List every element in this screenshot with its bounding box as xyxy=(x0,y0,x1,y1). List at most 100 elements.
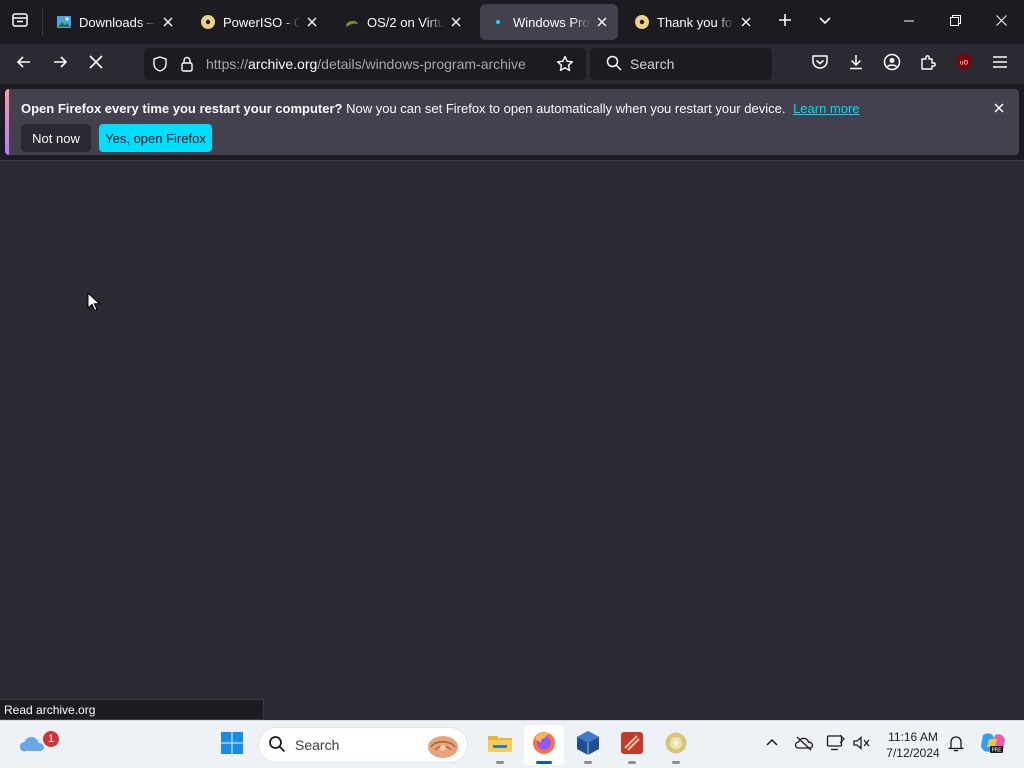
disc-favicon-icon xyxy=(634,14,650,30)
taskbar-virtualbox[interactable] xyxy=(568,725,608,765)
restore-button[interactable] xyxy=(932,0,978,44)
tab-thank-you[interactable]: Thank you for in xyxy=(624,4,762,40)
ublock-origin-button[interactable]: uO xyxy=(948,48,980,80)
taskbar-firefox[interactable] xyxy=(524,725,564,765)
clock-time: 11:16 AM xyxy=(888,730,938,744)
notifications-button[interactable] xyxy=(944,733,968,757)
running-indicator xyxy=(628,761,636,764)
notification-close-icon[interactable] xyxy=(991,100,1007,116)
url-prefix: https:// xyxy=(206,56,249,72)
taskbar-search-label: Search xyxy=(295,737,340,753)
minimize-button[interactable] xyxy=(886,0,932,44)
tab-title: Thank you for in xyxy=(657,14,734,30)
minimize-icon xyxy=(904,13,914,31)
not-now-button[interactable]: Not now xyxy=(21,124,91,152)
pocket-icon xyxy=(811,53,829,76)
taskbar-file-explorer[interactable] xyxy=(480,725,520,765)
mouse-pointer-icon xyxy=(87,291,101,317)
tab-close-icon[interactable] xyxy=(448,14,464,30)
chevron-up-icon xyxy=(766,736,778,754)
network-tray-button[interactable] xyxy=(824,733,848,757)
tab-close-icon[interactable] xyxy=(304,14,320,30)
url-path: /details/windows-program-archive xyxy=(317,56,526,72)
virtualbox-icon xyxy=(576,730,600,761)
bell-icon xyxy=(947,734,965,757)
taskbar-search-box[interactable]: Search xyxy=(258,727,468,763)
bookmark-star-icon[interactable] xyxy=(556,55,574,76)
arrow-right-icon xyxy=(52,54,68,75)
download-icon xyxy=(847,53,865,76)
url-bar[interactable]: https://archive.org/details/windows-prog… xyxy=(144,48,586,80)
taskbar-clock[interactable]: 11:16 AM 7/12/2024 xyxy=(878,729,948,761)
tab-poweriso[interactable]: PowerISO - Crea xyxy=(190,4,328,40)
stop-icon xyxy=(89,54,103,74)
tab-title: Windows Progra xyxy=(513,14,590,30)
copilot-icon: PRE xyxy=(979,731,1007,760)
firefox-view-button[interactable] xyxy=(5,6,35,38)
firefox-view-icon xyxy=(11,11,29,34)
notification-bar: Open Firefox every time you restart your… xyxy=(5,89,1019,155)
account-button[interactable] xyxy=(876,48,908,80)
yes-open-firefox-button[interactable]: Yes, open Firefox xyxy=(99,124,212,152)
new-tab-button[interactable] xyxy=(770,6,800,38)
tab-windows-program-archive[interactable]: Windows Progra xyxy=(480,4,618,40)
url-text[interactable]: https://archive.org/details/windows-prog… xyxy=(206,56,526,72)
forward-button[interactable] xyxy=(44,48,76,80)
notification-accent-stripe xyxy=(5,89,9,155)
running-indicator xyxy=(672,761,680,764)
account-icon xyxy=(883,53,901,76)
cloud-weather-icon xyxy=(18,732,46,759)
plus-icon xyxy=(778,13,792,32)
weather-widget[interactable]: 1 xyxy=(12,725,59,765)
running-indicator xyxy=(584,761,592,764)
onedrive-tray-button[interactable] xyxy=(792,733,816,757)
monitor-network-icon xyxy=(826,734,846,757)
tab-separator xyxy=(42,8,43,36)
tab-os2-virtualbox[interactable]: OS/2 on Virtuall xyxy=(334,4,472,40)
tab-downloads[interactable]: Downloads – Or xyxy=(46,4,184,40)
weather-badge: 1 xyxy=(43,731,59,747)
chevron-down-icon xyxy=(818,13,832,32)
svg-text:uO: uO xyxy=(960,59,969,66)
taskbar-red-app[interactable] xyxy=(612,725,652,765)
list-all-tabs-button[interactable] xyxy=(810,6,840,38)
search-icon xyxy=(606,55,622,74)
windows-taskbar: 1 Search 11:16 AM 7/12/2024 PRE xyxy=(0,720,1024,768)
close-icon xyxy=(995,13,1007,31)
running-indicator xyxy=(496,761,504,764)
hamburger-menu-icon xyxy=(992,55,1008,74)
show-hidden-icons-button[interactable] xyxy=(760,733,784,757)
start-button[interactable] xyxy=(212,725,252,765)
copilot-button[interactable]: PRE xyxy=(978,731,1008,760)
disc-app-icon xyxy=(664,731,688,760)
tab-close-icon[interactable] xyxy=(738,14,754,30)
tab-strip: Downloads – Or PowerISO - Crea OS/2 on V… xyxy=(0,0,1024,44)
lock-icon[interactable] xyxy=(180,56,194,75)
back-button[interactable] xyxy=(8,48,40,80)
red-app-icon xyxy=(620,731,644,760)
arrow-left-icon xyxy=(16,54,32,75)
taskbar-disc-app[interactable] xyxy=(656,725,696,765)
extensions-button[interactable] xyxy=(912,48,944,80)
running-indicator xyxy=(536,761,552,764)
onedrive-cloud-off-icon xyxy=(794,735,814,756)
tab-close-icon[interactable] xyxy=(160,14,176,30)
window-close-button[interactable] xyxy=(978,0,1024,44)
speaker-muted-icon xyxy=(852,735,872,756)
gecko-favicon-icon xyxy=(344,14,360,30)
learn-more-link[interactable]: Learn more xyxy=(793,101,859,116)
file-explorer-icon xyxy=(487,732,513,759)
tracking-protection-shield-icon[interactable] xyxy=(152,56,168,75)
app-menu-button[interactable] xyxy=(984,48,1016,80)
tab-close-icon[interactable] xyxy=(594,14,610,30)
volume-tray-button[interactable] xyxy=(850,733,874,757)
tab-title: Downloads – Or xyxy=(79,14,156,30)
image-favicon-icon xyxy=(56,14,72,30)
pocket-button[interactable] xyxy=(804,48,836,80)
stop-loading-button[interactable] xyxy=(80,48,112,80)
notification-title: Open Firefox every time you restart your… xyxy=(21,101,343,116)
page-content-area[interactable] xyxy=(0,160,1024,720)
ublock-shield-icon: uO xyxy=(955,53,973,76)
search-bar[interactable]: Search xyxy=(590,48,772,80)
downloads-button[interactable] xyxy=(840,48,872,80)
